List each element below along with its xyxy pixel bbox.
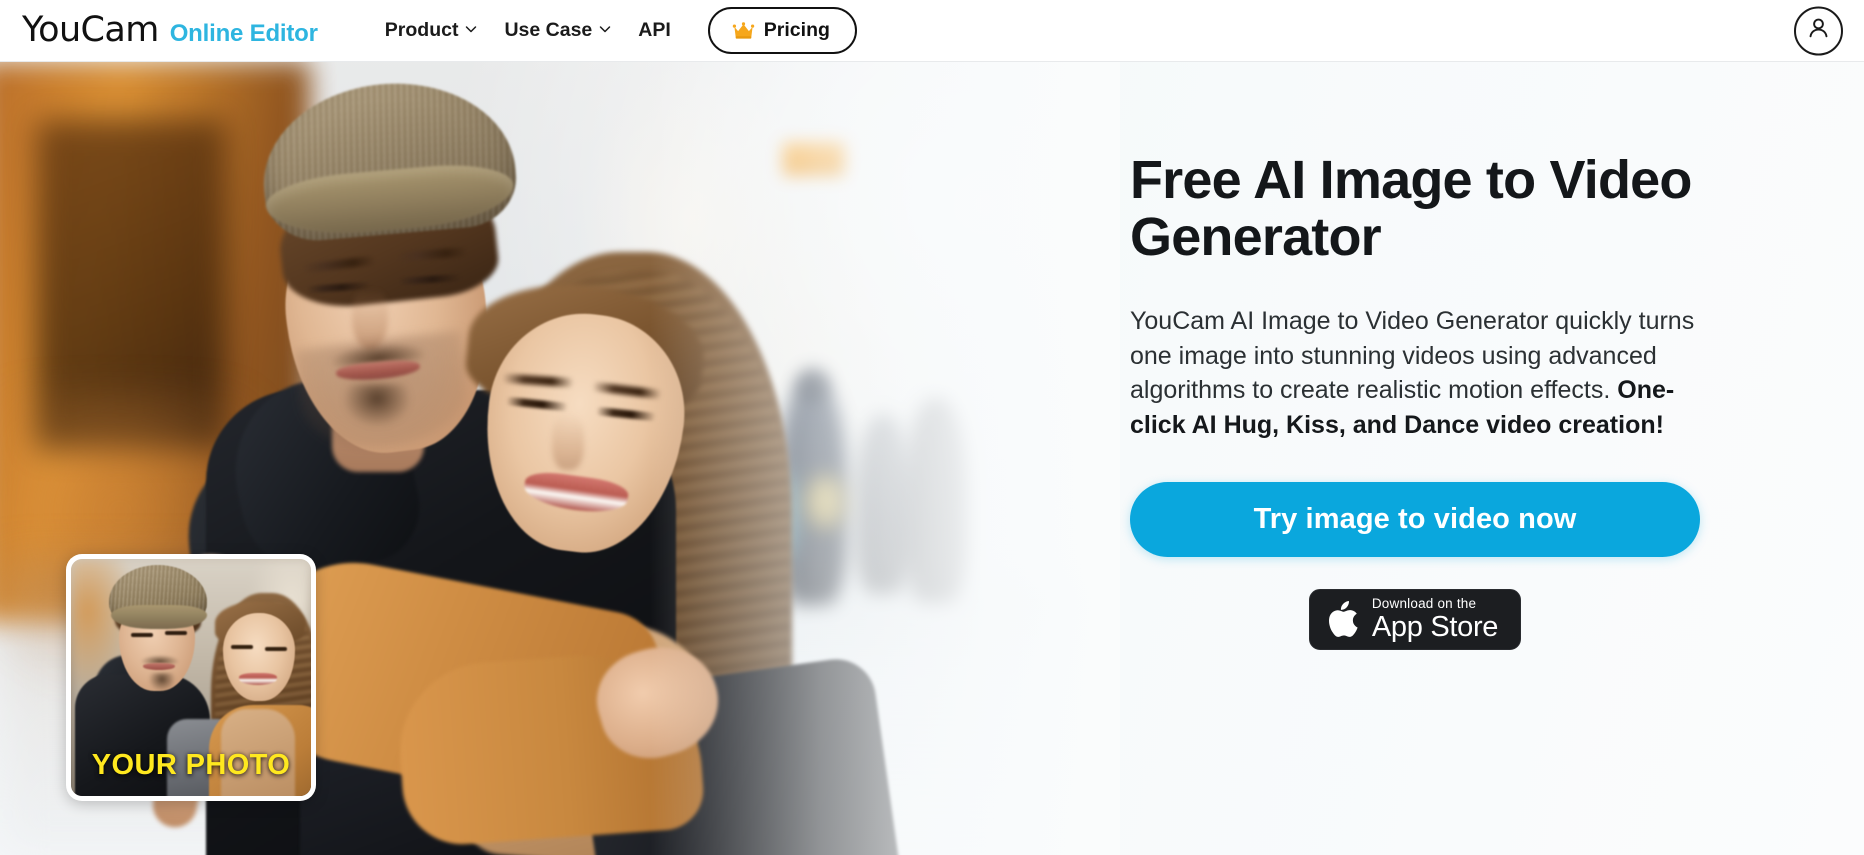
- thumbnail-man-eye: [165, 631, 187, 635]
- nav-item-use-case[interactable]: Use Case: [490, 11, 624, 50]
- pricing-button-label: Pricing: [763, 19, 830, 41]
- woman-nose: [552, 414, 584, 470]
- apple-icon: [1328, 600, 1359, 638]
- logo-brand-text: YouCam: [22, 10, 159, 50]
- main-navigation: Product Use Case API Pricing: [371, 7, 857, 54]
- thumbnail-man-goatee: [149, 673, 175, 691]
- nav-item-api-label: API: [638, 19, 671, 41]
- pedestrian-blur: [856, 414, 912, 594]
- page-root: YouCam Online Editor Product Use Case AP…: [0, 0, 1864, 855]
- chevron-down-icon: [599, 23, 611, 34]
- pedestrian-blur: [905, 398, 969, 603]
- your-photo-thumbnail[interactable]: YOUR PHOTO: [66, 554, 316, 801]
- brand-logo[interactable]: YouCam Online Editor: [22, 13, 318, 48]
- app-store-text: Download on the App Store: [1371, 595, 1499, 644]
- hero-description-lead: YouCam AI Image to Video Generator quick…: [1130, 307, 1695, 405]
- thumbnail-image: YOUR PHOTO: [71, 559, 311, 796]
- man-goatee: [344, 384, 410, 426]
- pricing-button[interactable]: Pricing: [707, 7, 857, 54]
- app-store-big-label: App Store: [1371, 611, 1499, 644]
- try-image-to-video-button[interactable]: Try image to video now: [1130, 482, 1700, 558]
- site-header: YouCam Online Editor Product Use Case AP…: [0, 0, 1864, 62]
- user-avatar-icon: [1805, 15, 1832, 47]
- app-store-small-label: Download on the: [1371, 595, 1477, 611]
- account-avatar-button[interactable]: [1794, 6, 1843, 55]
- nav-item-use-case-label: Use Case: [504, 19, 593, 41]
- thumbnail-man-mouth: [143, 663, 175, 670]
- nav-item-product[interactable]: Product: [371, 11, 491, 50]
- thumbnail-woman-smile: [239, 673, 277, 685]
- app-store-row: Download on the App Store: [1130, 589, 1700, 651]
- thumbnail-beanie-brim: [111, 605, 207, 629]
- nav-item-api[interactable]: API: [624, 11, 685, 50]
- hero-copy-block: Free AI Image to Video Generator YouCam …: [1130, 150, 1730, 651]
- hero-description: YouCam AI Image to Video Generator quick…: [1130, 304, 1695, 442]
- logo-product-text: Online Editor: [169, 20, 318, 47]
- pedestrian-yellow-blur: [806, 476, 846, 528]
- man-nose: [352, 288, 388, 350]
- crown-icon: [732, 21, 755, 40]
- your-photo-label: YOUR PHOTO: [91, 749, 291, 781]
- thumbnail-man-eye: [131, 633, 153, 637]
- thumbnail-woman-eye: [265, 647, 287, 651]
- street-sign-blur: [783, 142, 845, 176]
- chevron-down-icon: [465, 23, 477, 34]
- hero-section: YOUR PHOTO Free AI Image to Video Genera…: [0, 62, 1864, 855]
- nav-item-product-label: Product: [384, 19, 459, 41]
- thumbnail-woman-eye: [231, 645, 253, 649]
- pedestrian-head-blur: [796, 368, 830, 404]
- page-title: Free AI Image to Video Generator: [1130, 150, 1692, 268]
- app-store-badge[interactable]: Download on the App Store: [1308, 589, 1522, 651]
